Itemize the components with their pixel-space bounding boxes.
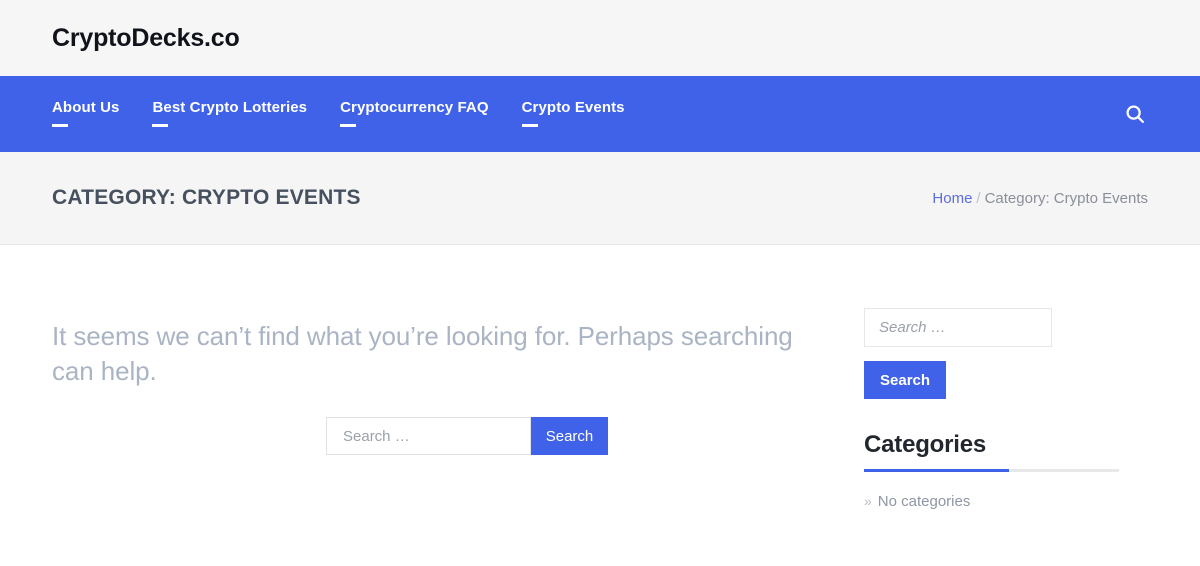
nav-item-label: Best Crypto Lotteries: [152, 99, 308, 116]
nav-item-crypto-events[interactable]: Crypto Events: [521, 99, 625, 129]
breadcrumb-current: Category: Crypto Events: [984, 189, 1148, 207]
main-navigation: About Us Best Crypto Lotteries Cryptocur…: [0, 76, 1200, 152]
nav-item-label: About Us: [52, 99, 120, 116]
breadcrumb-separator: /: [976, 189, 981, 207]
nav-item-about-us[interactable]: About Us: [52, 99, 119, 129]
list-item-label: No categories: [877, 493, 971, 510]
site-header: CryptoDecks.co: [0, 0, 1200, 76]
not-found-message: It seems we can’t find what you’re looki…: [52, 321, 793, 387]
sidebar: Search Categories » No categories: [864, 305, 1148, 540]
breadcrumb: Home / Category: Crypto Events: [932, 190, 1148, 207]
nav-item-label: Cryptocurrency FAQ: [340, 99, 489, 116]
categories-widget-title: Categories: [864, 431, 987, 458]
content-wrapper: It seems we can’t find what you’re looki…: [0, 245, 1200, 540]
chevron-right-icon: »: [864, 493, 872, 509]
site-title[interactable]: CryptoDecks.co: [52, 25, 240, 51]
sidebar-search-button[interactable]: Search: [864, 361, 947, 399]
search-icon[interactable]: [1122, 101, 1148, 127]
breadcrumb-home-link[interactable]: Home: [932, 190, 972, 207]
categories-widget: Categories » No categories: [864, 431, 1148, 510]
categories-list: » No categories: [864, 493, 1148, 510]
search-button[interactable]: Search: [531, 417, 608, 456]
main-content: It seems we can’t find what you’re looki…: [52, 305, 864, 540]
sidebar-search-input[interactable]: [864, 308, 1052, 347]
nav-list: About Us Best Crypto Lotteries Cryptocur…: [52, 99, 1122, 129]
sidebar-search-widget: Search: [864, 308, 1148, 399]
nav-item-best-crypto-lotteries[interactable]: Best Crypto Lotteries: [152, 99, 307, 129]
search-input[interactable]: [326, 417, 531, 456]
page-title-band: CATEGORY: CRYPTO EVENTS Home / Category: C…: [0, 152, 1200, 245]
nav-item-cryptocurrency-faq[interactable]: Cryptocurrency FAQ: [340, 99, 489, 129]
widget-title-underline: [864, 469, 1119, 472]
list-item: » No categories: [864, 493, 1148, 510]
page-title: CATEGORY: CRYPTO EVENTS: [52, 186, 361, 209]
main-search-form: Search: [326, 417, 824, 456]
nav-item-label: Crypto Events: [521, 99, 625, 116]
